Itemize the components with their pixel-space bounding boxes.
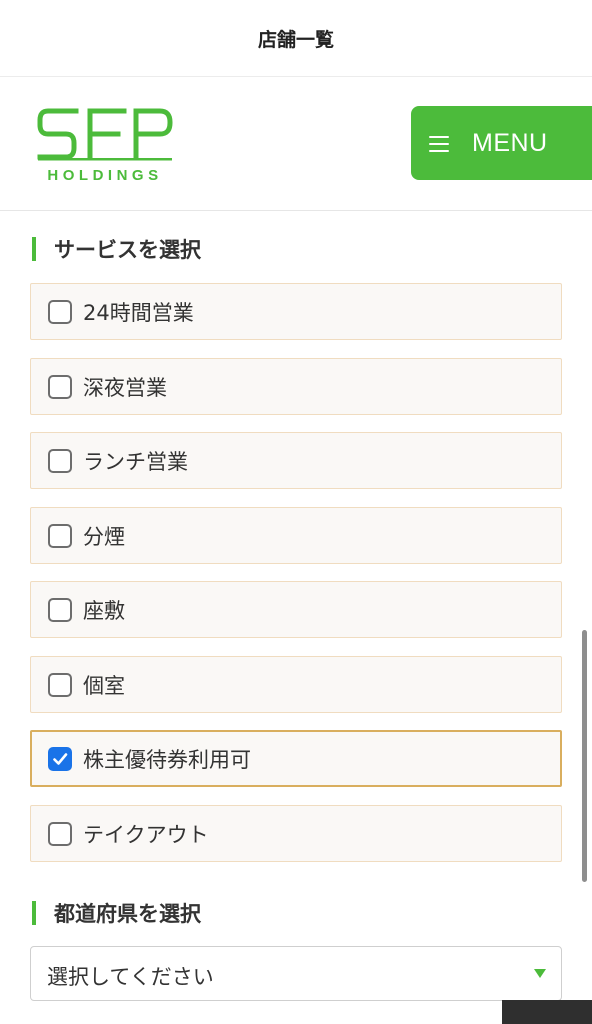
service-option-late-night[interactable]: 深夜営業 (30, 357, 562, 415)
heading-accent-bar (32, 901, 36, 925)
logo-subtext: HOLDINGS (47, 167, 162, 184)
triangle-down-icon (534, 969, 546, 978)
checkbox-icon[interactable] (48, 523, 72, 548)
service-option-tatami[interactable]: 座敷 (30, 581, 562, 638)
floating-button-edge[interactable] (502, 1000, 592, 1024)
service-option-label: 分煙 (83, 524, 125, 549)
scrollbar[interactable] (582, 630, 587, 882)
menu-button-label: MENU (472, 129, 548, 157)
checkbox-icon[interactable] (48, 300, 72, 324)
checkbox-icon[interactable] (48, 821, 72, 846)
service-option-label: 個室 (83, 673, 125, 698)
service-option-label: 24時間営業 (83, 301, 194, 325)
menu-button[interactable]: MENU (411, 106, 592, 180)
checkbox-icon[interactable] (48, 374, 72, 399)
site-header: HOLDINGS MENU (0, 77, 592, 211)
checkbox-icon[interactable] (48, 449, 72, 473)
checkmark-icon (53, 753, 68, 765)
prefecture-heading: 都道府県を選択 (32, 899, 201, 927)
service-option-private-room[interactable]: 個室 (30, 655, 562, 713)
service-option-label: 株主優待券利用可 (83, 748, 251, 772)
service-option-takeout[interactable]: テイクアウト (30, 804, 562, 862)
prefecture-select[interactable]: 選択してください (30, 946, 562, 1001)
service-option-label: 深夜営業 (83, 375, 167, 400)
top-bar: 店舗一覧 (0, 0, 592, 77)
services-heading-text: サービスを選択 (54, 238, 201, 262)
service-option-24h[interactable]: 24時間営業 (30, 283, 562, 340)
prefecture-heading-text: 都道府県を選択 (54, 902, 201, 926)
service-option-shareholder-voucher[interactable]: 株主優待券利用可 (30, 730, 562, 787)
checkbox-checked-icon[interactable] (48, 747, 72, 771)
page-title: 店舗一覧 (257, 28, 334, 51)
service-option-label: テイクアウト (83, 822, 209, 847)
services-heading: サービスを選択 (32, 235, 201, 263)
service-option-label: ランチ営業 (83, 450, 188, 474)
sfp-holdings-logo[interactable]: HOLDINGS (36, 103, 176, 185)
service-option-lunch[interactable]: ランチ営業 (30, 432, 562, 489)
heading-accent-bar (32, 237, 36, 261)
checkbox-icon[interactable] (48, 672, 72, 697)
prefecture-select-value: 選択してください (47, 965, 214, 989)
checkbox-icon[interactable] (48, 598, 72, 622)
service-options: 24時間営業 深夜営業 ランチ営業 分煙 座敷 個室 株主優待券利用可 テイクア… (30, 283, 562, 879)
service-option-label: 座敷 (83, 599, 125, 623)
hamburger-icon (429, 136, 449, 152)
service-option-separate-smoking[interactable]: 分煙 (30, 506, 562, 564)
